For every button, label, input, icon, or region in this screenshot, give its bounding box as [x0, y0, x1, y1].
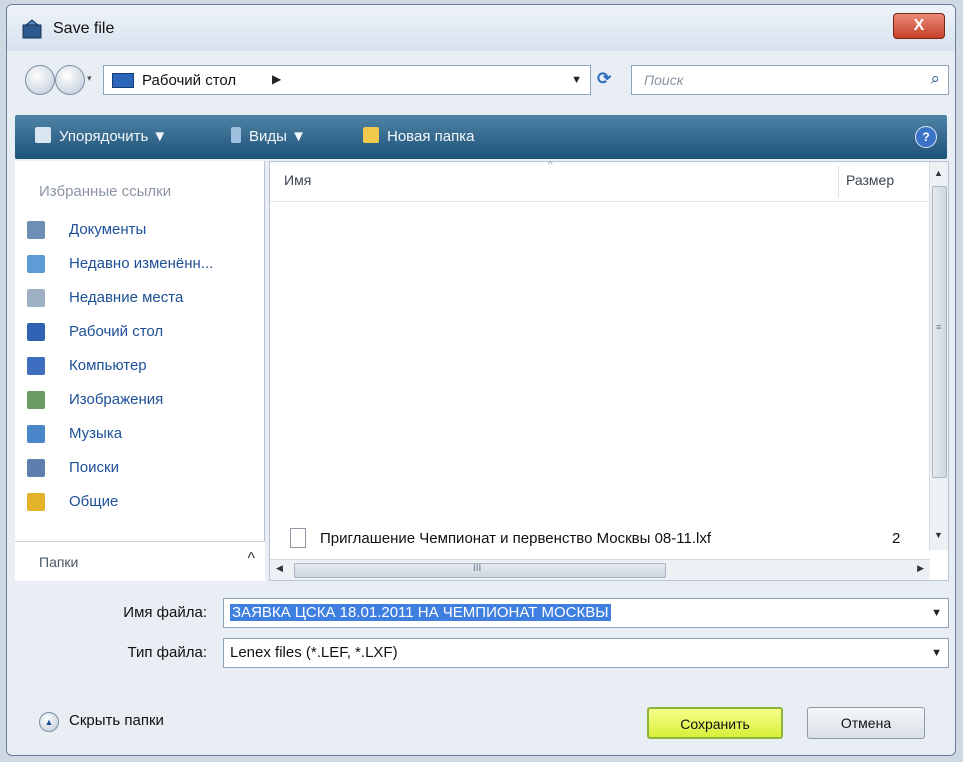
address-dropdown-icon[interactable]: ▼ — [571, 74, 582, 86]
views-label: Виды ▼ — [249, 128, 306, 145]
save-file-dialog: Save file X ▾ Рабочий стол ▶ ▼ ⟳ Поиск ⌕… — [6, 4, 956, 756]
column-name[interactable]: Имя — [284, 172, 311, 188]
search-placeholder: Поиск — [644, 72, 684, 88]
new-folder-icon — [363, 127, 379, 143]
sidebar-item-label: Изображения — [69, 391, 164, 408]
sidebar-item-label: Музыка — [69, 425, 123, 442]
scroll-right-icon[interactable]: ▶ — [917, 563, 924, 574]
file-name[interactable]: Приглашение Чемпионат и первенство Москв… — [320, 530, 711, 547]
search-input[interactable]: Поиск ⌕ — [631, 65, 949, 95]
file-list: ^ Имя Размер Приглашение Чемпионат и пер… — [269, 160, 949, 581]
favorites-panel: Избранные ссылки Документы Недавно изменё… — [15, 161, 265, 581]
sidebar-item-label: Поиски — [69, 459, 119, 476]
file-icon — [290, 528, 306, 548]
views-icon — [231, 127, 241, 143]
scroll-down-icon[interactable]: ▼ — [934, 530, 943, 540]
chevron-up-icon[interactable]: ^ — [247, 550, 255, 568]
app-icon — [22, 19, 42, 39]
organize-label: Упорядочить ▼ — [59, 128, 168, 145]
new-folder-label: Новая папка — [387, 128, 475, 145]
computer-icon — [27, 357, 45, 375]
sidebar-item-label: Компьютер — [69, 357, 147, 374]
sidebar-item-label: Документы — [69, 221, 147, 238]
thumb-grip-icon: III — [473, 563, 482, 574]
address-row: ▾ Рабочий стол ▶ ▼ ⟳ Поиск ⌕ — [7, 51, 955, 111]
chevron-up-icon: ▲ — [39, 712, 59, 732]
folders-toggle[interactable]: Папки ^ — [15, 541, 265, 581]
search-icon[interactable]: ⌕ — [930, 69, 940, 89]
filetype-select[interactable]: Lenex files (*.LEF, *.LXF) ▼ — [223, 638, 949, 668]
column-divider[interactable] — [838, 166, 839, 198]
views-button[interactable]: Виды ▼ — [231, 127, 306, 145]
pictures-icon — [27, 391, 45, 409]
history-dropdown-icon[interactable]: ▾ — [87, 73, 92, 84]
file-row[interactable]: Приглашение Чемпионат и первенство Москв… — [290, 526, 910, 550]
thumb-grip-icon: ≡ — [936, 322, 942, 332]
forward-button[interactable] — [55, 65, 85, 95]
organize-button[interactable]: Упорядочить ▼ — [35, 127, 167, 145]
title-bar: Save file X — [7, 5, 955, 51]
filename-input[interactable]: ЗАЯВКА ЦСКА 18.01.2011 НА ЧЕМПИОНАТ МОСК… — [223, 598, 949, 628]
sidebar-item-label: Общие — [69, 493, 119, 510]
horizontal-scroll-thumb[interactable]: III — [294, 563, 666, 578]
searches-icon — [27, 459, 45, 477]
scroll-left-icon[interactable]: ◀ — [276, 563, 283, 574]
dropdown-arrow-icon[interactable]: ▼ — [931, 647, 942, 659]
documents-icon — [27, 221, 45, 239]
new-folder-button[interactable]: Новая папка — [363, 127, 474, 145]
vertical-scrollbar[interactable]: ▲ ≡ ▼ — [929, 162, 948, 550]
desktop-icon — [27, 323, 45, 341]
window-title: Save file — [53, 20, 115, 37]
desktop-folder-icon — [112, 73, 134, 88]
sidebar-item-label: Рабочий стол — [69, 323, 164, 340]
help-button[interactable]: ? — [915, 126, 937, 148]
vertical-scroll-thumb[interactable]: ≡ — [932, 186, 947, 478]
sidebar-item-label: Недавно изменённ... — [69, 255, 214, 272]
column-header-row: ^ Имя Размер — [270, 160, 930, 202]
music-icon — [27, 425, 45, 443]
filename-label: Имя файла: — [123, 604, 207, 621]
public-icon — [27, 493, 45, 511]
column-size[interactable]: Размер — [846, 172, 894, 188]
close-button[interactable]: X — [893, 13, 945, 39]
scroll-up-icon[interactable]: ▲ — [934, 168, 943, 178]
file-size: 2 — [892, 530, 901, 547]
places-icon — [27, 289, 45, 307]
recent-icon — [27, 255, 45, 273]
path-arrow-icon[interactable]: ▶ — [272, 72, 281, 86]
cancel-button[interactable]: Отмена — [807, 707, 925, 739]
sort-arrow-icon: ^ — [548, 160, 553, 171]
filetype-value[interactable]: Lenex files (*.LEF, *.LXF) — [230, 644, 398, 661]
hide-folders-label: Скрыть папки — [69, 712, 164, 729]
refresh-icon[interactable]: ⟳ — [597, 69, 611, 89]
sidebar-item-label: Недавние места — [69, 289, 184, 306]
filename-value[interactable]: ЗАЯВКА ЦСКА 18.01.2011 НА ЧЕМПИОНАТ МОСК… — [230, 604, 611, 621]
dropdown-arrow-icon[interactable]: ▼ — [931, 607, 942, 619]
favorites-header: Избранные ссылки — [39, 183, 172, 200]
toolbar: Упорядочить ▼ Виды ▼ Новая папка ? — [15, 115, 947, 159]
save-button[interactable]: Сохранить — [647, 707, 783, 739]
back-button[interactable] — [25, 65, 55, 95]
address-bar[interactable]: Рабочий стол ▶ ▼ — [103, 65, 591, 95]
horizontal-scrollbar[interactable]: ◀ III ▶ — [270, 559, 930, 580]
address-path[interactable]: Рабочий стол — [142, 72, 236, 89]
organize-icon — [35, 127, 51, 143]
folders-label: Папки — [39, 554, 79, 570]
filetype-label: Тип файла: — [127, 644, 208, 661]
